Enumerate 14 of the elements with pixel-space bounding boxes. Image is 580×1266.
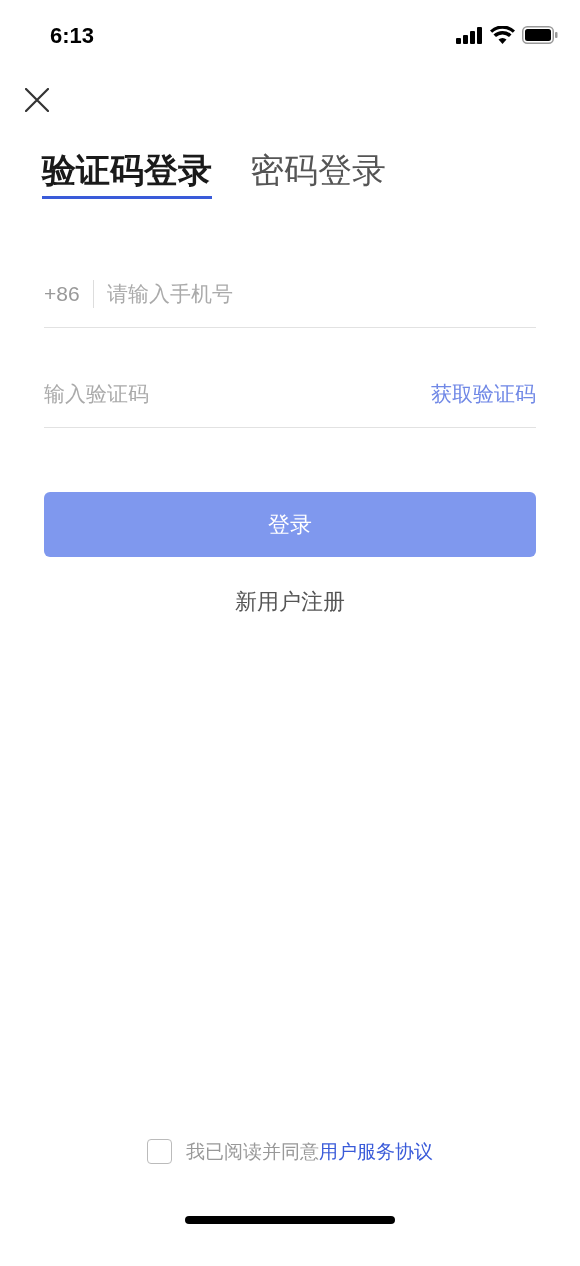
agreement-text: 我已阅读并同意用户服务协议 xyxy=(186,1139,433,1164)
get-code-link[interactable]: 获取验证码 xyxy=(431,378,536,410)
service-agreement-link[interactable]: 用户服务协议 xyxy=(319,1140,433,1162)
signal-icon xyxy=(456,26,483,44)
register-link[interactable]: 新用户注册 xyxy=(235,587,345,617)
agreement-checkbox[interactable] xyxy=(147,1139,172,1165)
code-input-field[interactable]: 输入验证码 xyxy=(44,378,431,410)
login-tab[interactable]: 验证码登录 xyxy=(42,150,212,199)
close-button[interactable] xyxy=(24,87,50,113)
wifi-icon xyxy=(490,26,515,44)
phone-input-field[interactable]: 请输入手机号 xyxy=(106,278,536,310)
status-time: 6:13 xyxy=(50,21,95,50)
login-tab[interactable]: 密码登录 xyxy=(250,150,386,199)
battery-icon xyxy=(522,26,558,44)
